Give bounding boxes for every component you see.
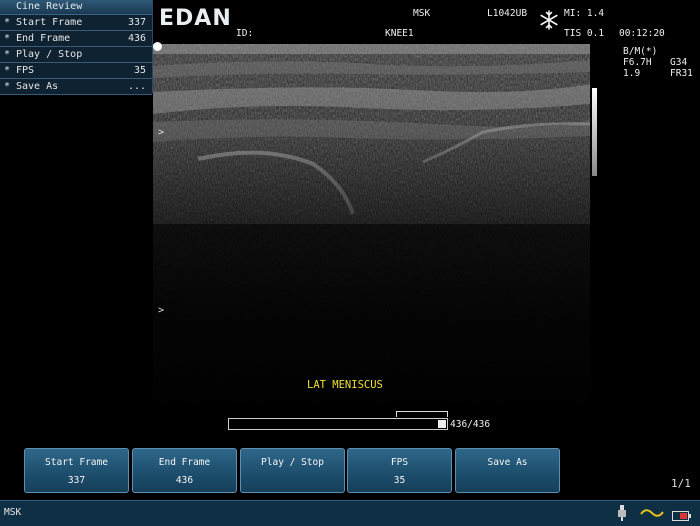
- softkey-save-as[interactable]: Save As: [455, 448, 560, 493]
- menu-item-value: ...: [127, 81, 146, 92]
- menu-title: Cine Review: [0, 0, 152, 15]
- status-bar: MSK: [0, 500, 700, 526]
- menu-item-fps[interactable]: * FPS 35: [0, 63, 152, 79]
- cine-frame-counter: 436/436: [450, 419, 491, 430]
- depth: 1.9: [623, 68, 641, 79]
- image-annotation: LAT MENISCUS: [307, 379, 383, 391]
- menu-item-label: FPS: [16, 65, 35, 76]
- softkey-end-frame[interactable]: End Frame 436: [132, 448, 237, 493]
- menu-item-end-frame[interactable]: * End Frame 436: [0, 31, 152, 47]
- probe-connection-icon: [617, 505, 627, 521]
- focus-marker: >: [158, 305, 165, 316]
- softkey-value: 35: [393, 475, 406, 486]
- cine-range-bracket: [396, 411, 448, 417]
- frame-rate: FR31: [670, 68, 693, 79]
- gray-scale-bar: [592, 88, 597, 176]
- menu-item-marker: *: [4, 49, 11, 60]
- softkey-label: Start Frame: [45, 457, 108, 468]
- menu-item-marker: *: [4, 65, 11, 76]
- menu-item-value: 337: [127, 17, 146, 28]
- softkey-start-frame[interactable]: Start Frame 337: [24, 448, 129, 493]
- softkey-label: Save As: [487, 457, 528, 468]
- gain: G34: [670, 57, 688, 68]
- menu-item-value: 436: [127, 33, 146, 44]
- menu-item-label: End Frame: [16, 33, 71, 44]
- patient-name: KNEE1: [385, 28, 414, 39]
- menu-item-marker: *: [4, 81, 11, 92]
- menu-item-label: Save As: [16, 81, 59, 92]
- softkey-value: 337: [67, 475, 86, 486]
- cine-progress-bar[interactable]: [228, 418, 448, 430]
- menu-item-value: 35: [133, 65, 146, 76]
- page-indicator: 1/1: [671, 477, 691, 490]
- cine-playhead[interactable]: [438, 420, 446, 428]
- exam-type: MSK: [413, 8, 431, 19]
- cine-review-menu: Cine Review * Start Frame 337 * End Fram…: [0, 0, 153, 95]
- status-exam-mode: MSK: [4, 507, 22, 518]
- softkey-value: 436: [175, 475, 194, 486]
- menu-item-start-frame[interactable]: * Start Frame 337: [0, 15, 152, 31]
- menu-item-label: Start Frame: [16, 17, 83, 28]
- trackball-icon: [640, 505, 664, 521]
- softkey-fps[interactable]: FPS 35: [347, 448, 452, 493]
- menu-item-save-as[interactable]: * Save As ...: [0, 79, 152, 95]
- menu-item-marker: *: [4, 17, 11, 28]
- mi-index: MI: 1.4: [564, 8, 605, 19]
- snowflake-icon: [539, 10, 559, 30]
- softkey-label: End Frame: [158, 457, 211, 468]
- clock: 00:12:20: [619, 28, 665, 39]
- probe-orientation-dot: [153, 42, 162, 51]
- imaging-mode: B/M(*): [623, 46, 658, 57]
- tis-index: TIS 0.1: [564, 28, 605, 39]
- patient-id-label: ID:: [236, 28, 254, 39]
- cine-progress-fill: [229, 419, 447, 429]
- ultrasound-image[interactable]: [153, 44, 591, 404]
- focus-marker: >: [158, 127, 165, 138]
- menu-item-marker: *: [4, 33, 11, 44]
- softkey-label: FPS: [390, 457, 409, 468]
- probe-model: L1042UB: [487, 8, 528, 19]
- battery-icon: [672, 507, 692, 521]
- edan-logo: EDAN: [159, 6, 232, 31]
- softkey-label: Play / Stop: [261, 457, 324, 468]
- menu-item-play-stop[interactable]: * Play / Stop: [0, 47, 152, 63]
- menu-item-label: Play / Stop: [16, 49, 83, 60]
- softkey-play-stop[interactable]: Play / Stop: [240, 448, 345, 493]
- frequency: F6.7H: [623, 57, 652, 68]
